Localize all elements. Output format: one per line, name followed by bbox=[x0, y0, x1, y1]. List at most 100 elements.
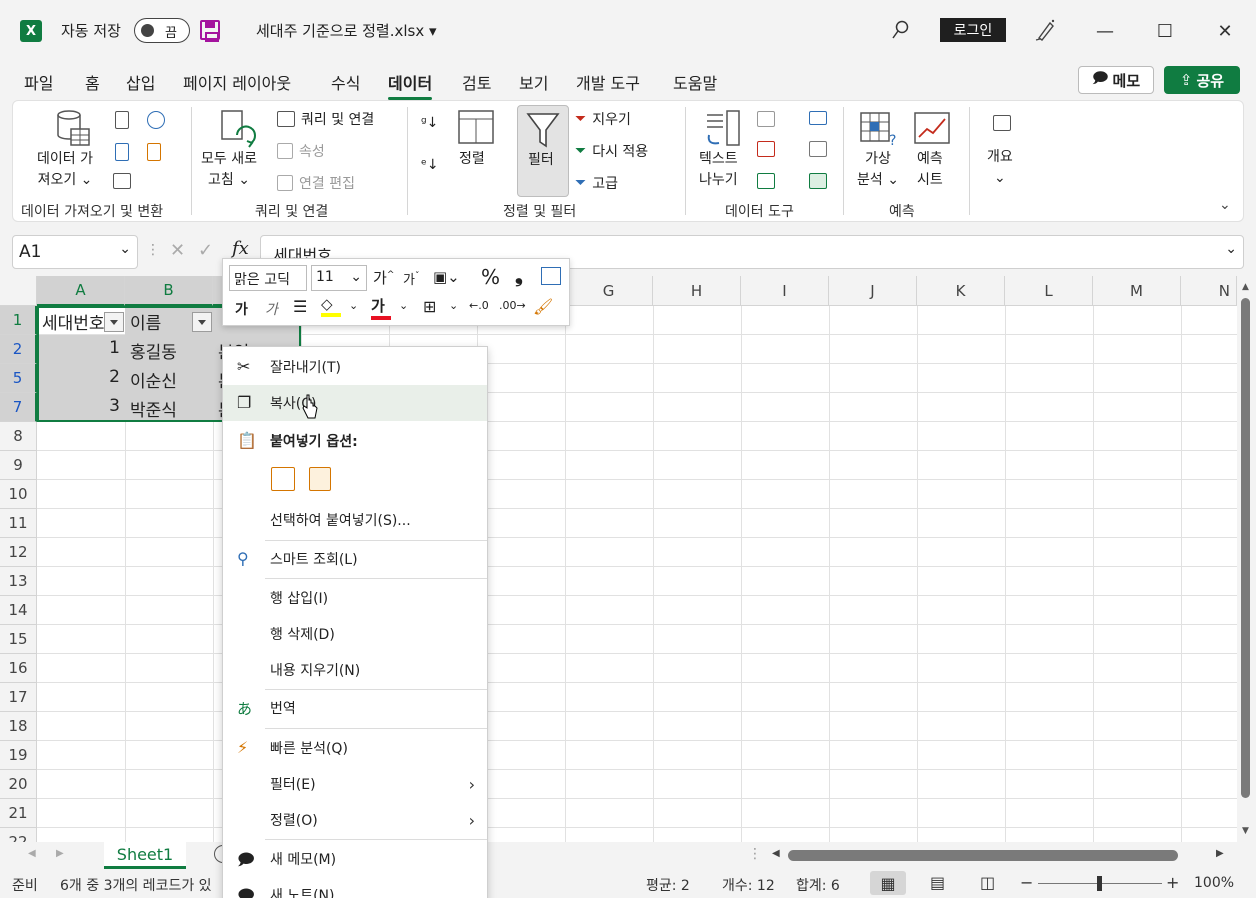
next-sheet-icon[interactable]: ▶ bbox=[56, 848, 64, 859]
cell-b2[interactable]: 홍길동 bbox=[125, 335, 213, 364]
menu-item-clear-contents[interactable]: 내용 지우기(N) bbox=[223, 652, 487, 688]
menu-item-filter[interactable]: 필터(E) › bbox=[223, 766, 487, 802]
from-web-icon[interactable] bbox=[115, 143, 129, 161]
comments-button[interactable]: 🗩 메모 bbox=[1078, 66, 1154, 94]
save-icon[interactable] bbox=[200, 20, 220, 42]
fill-color-chevron-icon[interactable]: ⌄ bbox=[349, 299, 358, 312]
tab-page-layout[interactable]: 페이지 레이아웃 bbox=[183, 70, 291, 94]
tab-insert[interactable]: 삽입 bbox=[126, 70, 155, 94]
prev-sheet-icon[interactable]: ◀ bbox=[28, 848, 36, 859]
advanced-filter-button[interactable]: ⏷ 고급 bbox=[575, 173, 618, 193]
existing-connections-icon[interactable] bbox=[147, 143, 161, 161]
insert-function-icon[interactable]: fx bbox=[232, 238, 249, 259]
font-size-select[interactable]: 11 ⌄ bbox=[311, 265, 367, 291]
cell-b5[interactable]: 이순신 bbox=[125, 364, 213, 393]
row-header[interactable]: 7 bbox=[0, 393, 37, 422]
cell-styles-icon[interactable]: ▣⌄ bbox=[433, 268, 460, 286]
column-header[interactable]: N bbox=[1181, 276, 1237, 306]
clear-filter-button[interactable]: ⏷ 지우기 bbox=[575, 109, 631, 129]
format-painter-icon[interactable]: 🖌 bbox=[533, 297, 553, 316]
column-header[interactable]: I bbox=[741, 276, 829, 306]
tab-review[interactable]: 검토 bbox=[462, 70, 491, 94]
column-header[interactable]: L bbox=[1005, 276, 1093, 306]
name-box[interactable]: A1 ⌄ bbox=[12, 235, 138, 269]
row-header[interactable]: 15 bbox=[0, 625, 37, 654]
page-layout-view-icon[interactable]: ▤ bbox=[930, 873, 945, 892]
font-color-icon[interactable]: 가 bbox=[371, 295, 391, 320]
filter-dropdown-a[interactable] bbox=[104, 312, 124, 332]
row-header[interactable]: 14 bbox=[0, 596, 37, 625]
cell-a1[interactable]: 세대번호 bbox=[37, 306, 107, 335]
menu-item-quick-analysis[interactable]: ⚡ 빠른 분석(Q) bbox=[223, 730, 487, 766]
cell-a2[interactable]: 1 bbox=[37, 335, 125, 364]
tab-file[interactable]: 파일 bbox=[24, 70, 53, 94]
zoom-slider-thumb[interactable] bbox=[1097, 876, 1102, 891]
decrease-decimal-icon[interactable]: ←.0 bbox=[469, 299, 489, 312]
tab-home[interactable]: 홈 bbox=[85, 70, 100, 94]
row-header[interactable]: 13 bbox=[0, 567, 37, 596]
menu-item-copy[interactable]: ❐ 복사(C) bbox=[223, 385, 487, 421]
column-header[interactable]: M bbox=[1093, 276, 1181, 306]
forecast-sheet-button[interactable]: 예측 시트 bbox=[917, 149, 943, 191]
row-header[interactable]: 21 bbox=[0, 799, 37, 828]
share-button[interactable]: ⇪ 공유 bbox=[1164, 66, 1240, 94]
scroll-left-icon[interactable]: ◀ bbox=[772, 848, 780, 859]
row-header[interactable]: 1 bbox=[0, 306, 37, 335]
row-header[interactable]: 10 bbox=[0, 480, 37, 509]
relationships-icon[interactable] bbox=[809, 141, 827, 157]
zoom-out-icon[interactable]: − bbox=[1020, 873, 1033, 892]
borders-icon[interactable]: ⊞ bbox=[423, 297, 436, 316]
scroll-split-grip-icon[interactable]: ⋮ bbox=[748, 846, 762, 862]
zoom-in-icon[interactable]: + bbox=[1166, 873, 1179, 892]
flash-fill-icon[interactable] bbox=[757, 111, 775, 127]
data-validation-icon[interactable] bbox=[757, 173, 775, 189]
formula-bar-grip-icon[interactable]: ⋮ bbox=[146, 242, 160, 258]
column-header[interactable]: J bbox=[829, 276, 917, 306]
increase-decimal-icon[interactable]: .00→ bbox=[499, 299, 526, 312]
menu-item-paste-special[interactable]: 선택하여 붙여넣기(S)... bbox=[223, 502, 487, 538]
refresh-all-button[interactable]: 모두 새로 고침 ⌄ bbox=[201, 149, 257, 191]
tab-view[interactable]: 보기 bbox=[519, 70, 548, 94]
row-header[interactable]: 16 bbox=[0, 654, 37, 683]
cell-b1[interactable]: 이름 bbox=[125, 306, 195, 335]
menu-item-smart-lookup[interactable]: ⚲ 스마트 조회(L) bbox=[223, 541, 487, 577]
page-break-view-icon[interactable]: ◫ bbox=[980, 873, 995, 892]
from-text-icon[interactable] bbox=[115, 111, 129, 129]
row-header[interactable]: 8 bbox=[0, 422, 37, 451]
login-button[interactable]: 로그인 bbox=[940, 18, 1006, 42]
consolidate-icon[interactable] bbox=[809, 111, 827, 125]
outline-button[interactable]: 개요 ⌄ bbox=[987, 147, 1013, 189]
formula-expand-chevron-icon[interactable]: ⌄ bbox=[1225, 241, 1237, 257]
paste-formatting-icon[interactable] bbox=[271, 467, 295, 491]
horizontal-scroll-thumb[interactable] bbox=[788, 850, 1178, 861]
fill-color-icon[interactable]: ◇ bbox=[321, 295, 341, 317]
column-header[interactable]: G bbox=[565, 276, 653, 306]
autosave-toggle[interactable]: 끔 bbox=[134, 18, 190, 43]
menu-item-cut[interactable]: ✂ 잘라내기(T) bbox=[223, 349, 487, 385]
cell-b7[interactable]: 박준식 bbox=[125, 393, 213, 422]
select-all-corner[interactable] bbox=[0, 276, 37, 306]
column-header[interactable]: K bbox=[917, 276, 1005, 306]
percent-style-icon[interactable]: % bbox=[481, 265, 500, 289]
row-header[interactable]: 5 bbox=[0, 364, 37, 393]
what-if-analysis-button[interactable]: 가상 분석 ⌄ bbox=[857, 149, 899, 191]
file-name[interactable]: 세대주 기준으로 정렬.xlsx ▾ bbox=[256, 20, 437, 41]
tab-help[interactable]: 도움말 bbox=[673, 70, 717, 94]
minimize-icon[interactable]: — bbox=[1090, 16, 1120, 46]
cell-a7[interactable]: 3 bbox=[37, 393, 125, 422]
menu-item-sort[interactable]: 정렬(O) › bbox=[223, 802, 487, 838]
zoom-level[interactable]: 100% bbox=[1194, 875, 1234, 891]
menu-item-delete-row[interactable]: 행 삭제(D) bbox=[223, 616, 487, 652]
row-header[interactable]: 9 bbox=[0, 451, 37, 480]
scroll-down-icon[interactable]: ▼ bbox=[1242, 826, 1249, 836]
close-icon[interactable]: ✕ bbox=[1210, 16, 1240, 46]
filter-button[interactable]: 필터 bbox=[517, 105, 569, 197]
bold-icon[interactable]: 가 bbox=[235, 299, 248, 319]
menu-item-insert-row[interactable]: 행 삽입(I) bbox=[223, 580, 487, 616]
maximize-icon[interactable]: ☐ bbox=[1150, 16, 1180, 46]
comma-style-icon[interactable]: ❟ bbox=[515, 263, 523, 287]
data-model-icon[interactable] bbox=[809, 173, 827, 189]
filter-dropdown-b[interactable] bbox=[192, 312, 212, 332]
row-header[interactable]: 20 bbox=[0, 770, 37, 799]
reapply-button[interactable]: ⏷ 다시 적용 bbox=[575, 141, 648, 161]
